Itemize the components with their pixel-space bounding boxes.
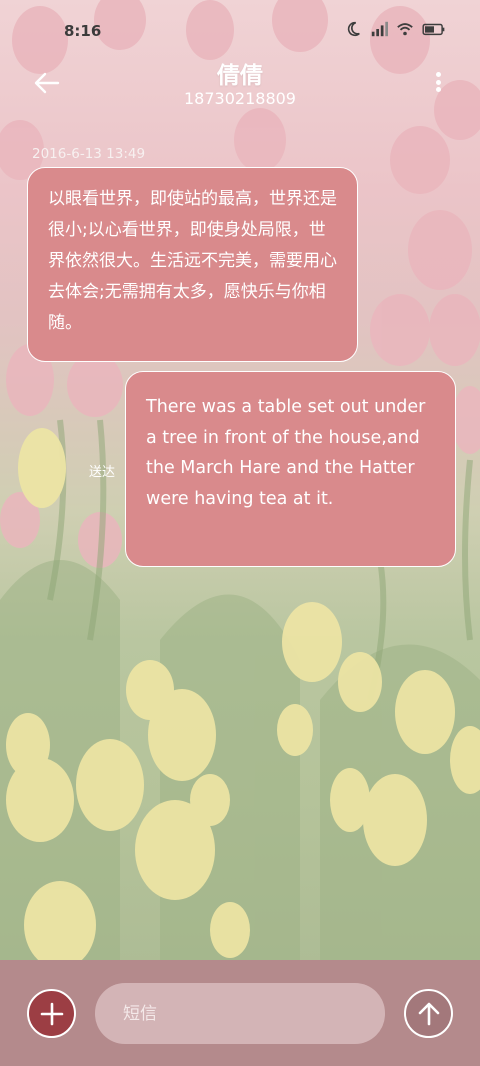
wifi-icon <box>397 23 413 36</box>
moon-icon <box>347 21 360 36</box>
plus-icon <box>40 1002 63 1025</box>
message-timestamp: 2016-6-13 13:49 <box>32 146 146 162</box>
more-vertical-icon <box>435 72 441 77</box>
delivery-status: 送达 <box>89 465 116 480</box>
status-icons <box>344 20 446 38</box>
status-time: 8:16 <box>64 22 102 40</box>
arrow-up-icon <box>418 1002 439 1025</box>
outgoing-message-bubble[interactable]: There was a table set out under a tree i… <box>125 371 456 567</box>
add-attachment-button[interactable] <box>27 989 76 1038</box>
send-button[interactable] <box>404 989 453 1038</box>
contact-name: 倩倩 <box>217 63 263 89</box>
phone-number: 18730218809 <box>184 89 296 108</box>
more-menu-button[interactable] <box>430 68 446 96</box>
message-input[interactable] <box>95 983 385 1044</box>
battery-icon <box>422 23 445 36</box>
incoming-message-bubble[interactable]: 以眼看世界，即使站的最高，世界还是很小;以心看世界，即使身处局限，世界依然很大。… <box>27 167 358 362</box>
composer-bar <box>0 960 480 1066</box>
status-bar: 8:16 <box>0 0 480 62</box>
signal-icon <box>371 21 388 37</box>
